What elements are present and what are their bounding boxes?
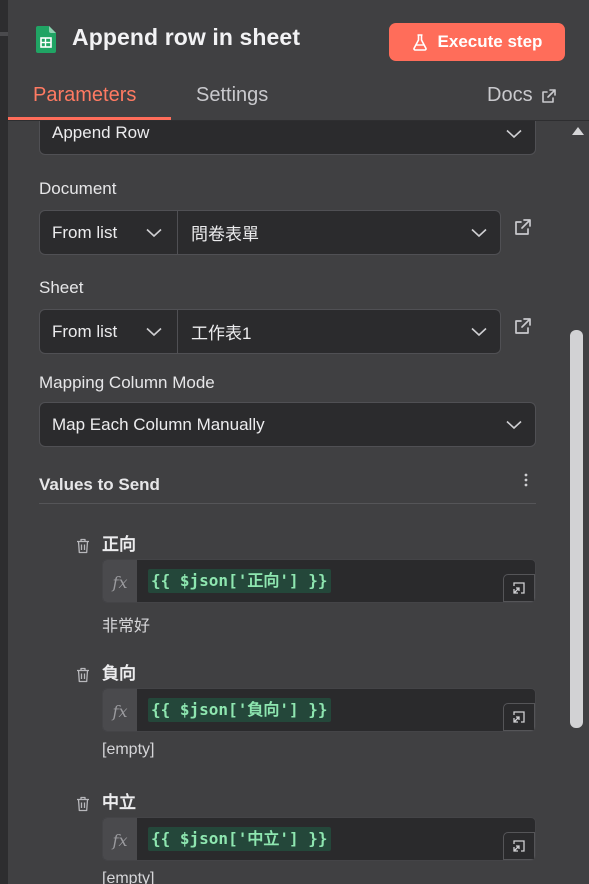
chevron-down-icon <box>471 228 487 238</box>
chevron-down-icon <box>146 228 162 238</box>
fx-icon: fx <box>103 818 137 860</box>
expression-result: [empty] <box>102 741 155 758</box>
execute-step-button[interactable]: Execute step <box>389 23 565 61</box>
trash-icon[interactable] <box>76 538 90 554</box>
field-name: 負向 <box>102 664 136 683</box>
sheets-icon <box>36 26 56 53</box>
expression-result: 非常好 <box>102 618 151 635</box>
tab-parameters[interactable]: Parameters <box>33 84 136 107</box>
operation-select[interactable]: Append Row <box>39 121 536 155</box>
left-edge-strip <box>0 0 8 884</box>
expand-icon <box>513 711 525 723</box>
expression-input[interactable]: fx {{ $json['中立'] }} <box>102 817 536 861</box>
document-mode-value: From list <box>52 222 118 242</box>
sheet-selector: From list 工作表1 <box>39 309 501 354</box>
node-panel: Append row in sheet Execute step Paramet… <box>8 0 589 884</box>
tab-settings[interactable]: Settings <box>196 84 268 107</box>
document-value: 問卷表單 <box>191 225 259 244</box>
document-selector: From list 問卷表單 <box>39 210 501 255</box>
parameters-content: Append Row Document From list 問卷表單 Sheet… <box>8 121 568 884</box>
docs-label: Docs <box>487 84 533 106</box>
expression-code: {{ $json['中立'] }} <box>148 827 331 851</box>
sheet-value: 工作表1 <box>191 324 252 343</box>
edge-mark <box>0 32 8 36</box>
sheet-value-select[interactable]: 工作表1 <box>179 310 500 353</box>
flask-icon <box>412 33 427 51</box>
expand-button[interactable] <box>503 703 535 731</box>
expand-button[interactable] <box>503 832 535 860</box>
expression-input[interactable]: fx {{ $json['正向'] }} <box>102 559 536 603</box>
external-link-icon <box>541 88 556 103</box>
chevron-down-icon <box>471 327 487 337</box>
trash-icon[interactable] <box>76 667 90 683</box>
expression-input[interactable]: fx {{ $json['負向'] }} <box>102 688 536 732</box>
chevron-down-icon <box>146 327 162 337</box>
fx-icon: fx <box>103 560 137 602</box>
trash-icon[interactable] <box>76 796 90 812</box>
scrollbar-thumb[interactable] <box>570 330 583 728</box>
chevron-down-icon <box>506 129 522 139</box>
operation-value: Append Row <box>52 122 150 142</box>
mapping-mode-select[interactable]: Map Each Column Manually <box>39 402 536 447</box>
expression-code: {{ $json['正向'] }} <box>148 569 331 593</box>
expression-result: [empty] <box>102 870 155 884</box>
mapping-mode-value: Map Each Column Manually <box>52 414 265 434</box>
chevron-down-icon <box>506 420 522 430</box>
expand-button[interactable] <box>503 574 535 602</box>
field-name: 正向 <box>102 535 136 554</box>
document-value-select[interactable]: 問卷表單 <box>179 211 500 254</box>
field-name: 中立 <box>102 793 136 812</box>
document-mode-select[interactable]: From list <box>40 211 178 254</box>
expand-icon <box>513 582 525 594</box>
mapping-mode-label: Mapping Column Mode <box>39 373 215 392</box>
sheet-label: Sheet <box>39 278 84 297</box>
tab-docs[interactable]: Docs <box>487 84 557 107</box>
execute-step-label: Execute step <box>437 32 543 51</box>
scroll-up-arrow-icon[interactable] <box>570 124 586 138</box>
external-link-icon[interactable] <box>514 317 532 335</box>
page-title: Append row in sheet <box>72 24 301 50</box>
section-divider <box>39 503 536 504</box>
fx-icon: fx <box>103 689 137 731</box>
document-label: Document <box>39 179 117 198</box>
values-to-send-label: Values to Send <box>39 475 160 494</box>
kebab-icon[interactable] <box>524 473 528 487</box>
expand-icon <box>513 840 525 852</box>
sheet-mode-value: From list <box>52 321 118 341</box>
expression-code: {{ $json['負向'] }} <box>148 698 331 722</box>
panel-header: Append row in sheet Execute step Paramet… <box>8 0 589 121</box>
sheet-mode-select[interactable]: From list <box>40 310 178 353</box>
external-link-icon[interactable] <box>514 218 532 236</box>
